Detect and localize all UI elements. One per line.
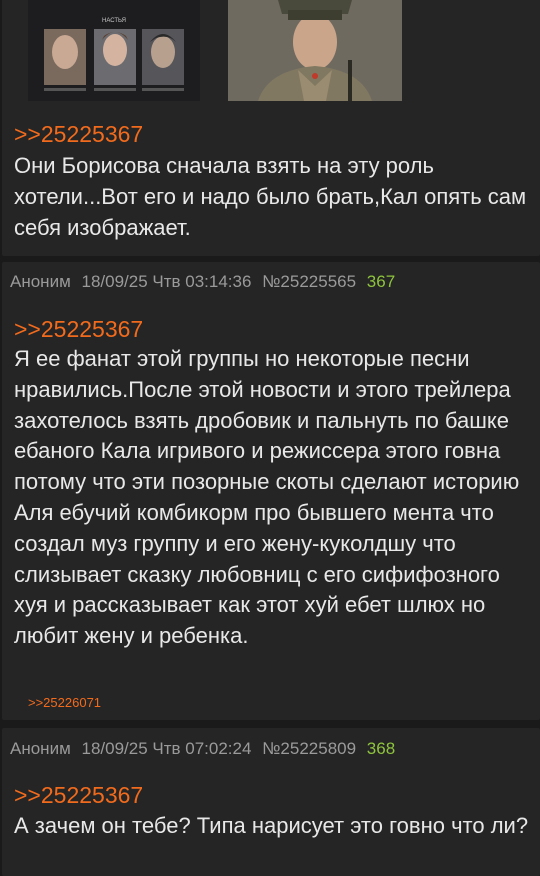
post-header: Аноним 18/09/25 Чтв 07:02:24 №25225809 3…	[10, 739, 395, 759]
post-author: Аноним	[10, 739, 71, 758]
reply-link[interactable]: >>25225367	[14, 316, 143, 343]
image-thumbnail-1[interactable]: НАСТЬЯ	[28, 0, 200, 101]
post-header: Аноним 18/09/25 Чтв 03:14:36 №25225565 3…	[10, 272, 395, 292]
reply-link[interactable]: >>25225367	[14, 782, 143, 809]
post-text: Я ее фанат этой группы но некоторые песн…	[14, 346, 520, 649]
post-datetime: 18/09/25 Чтв 03:14:36	[81, 272, 252, 291]
post-author: Аноним	[10, 272, 71, 291]
backlink[interactable]: >>25226071	[28, 695, 101, 710]
post-id[interactable]: №25225565	[262, 272, 356, 291]
image-thumbnail-icon	[228, 0, 402, 101]
post-text: Они Борисова сначала взять на эту роль х…	[14, 153, 527, 240]
image-thumbnail-icon: НАСТЬЯ	[28, 0, 200, 101]
post-id[interactable]: №25225809	[262, 739, 356, 758]
post-images: НАСТЬЯ	[2, 0, 540, 112]
thumbnail-caption: НАСТЬЯ	[102, 18, 126, 24]
post-number: 367	[366, 272, 396, 291]
post-text: А зачем он тебе? Типа нарисует это говно…	[14, 813, 529, 838]
reply-link[interactable]: >>25225367	[14, 121, 143, 148]
post-datetime: 18/09/25 Чтв 07:02:24	[81, 739, 252, 758]
image-thumbnail-2[interactable]	[228, 0, 402, 101]
post-number: 368	[366, 739, 396, 758]
